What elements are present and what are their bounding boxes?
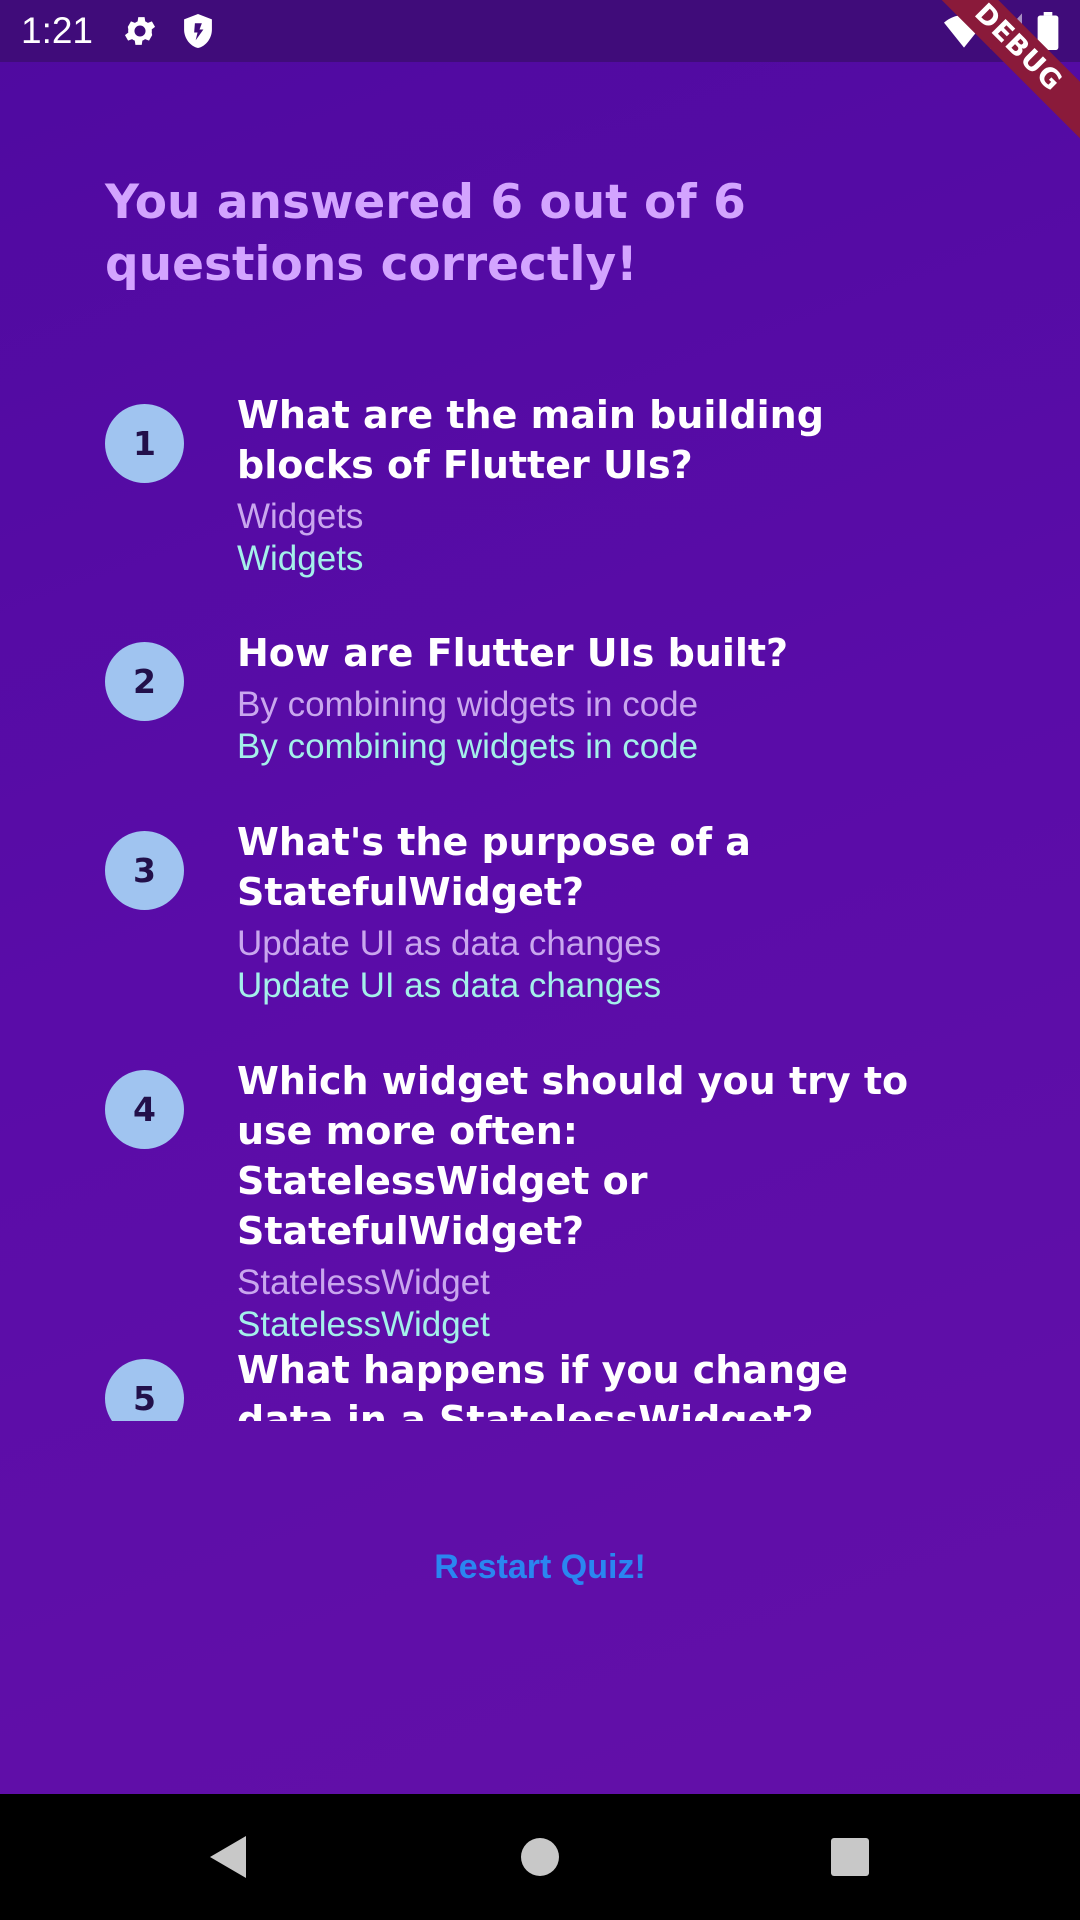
summary-item-body: What happens if you change data in a Sta… xyxy=(237,1345,937,1421)
question-index-badge: 2 xyxy=(105,642,184,721)
summary-item-body: What's the purpose of a StatefulWidget? … xyxy=(237,817,937,1007)
result-title: You answered 6 out of 6 questions correc… xyxy=(105,175,746,292)
correct-answer: StatelessWidget xyxy=(237,1305,490,1344)
question-text: What are the main building blocks of Flu… xyxy=(237,393,824,487)
summary-item-body: Which widget should you try to use more … xyxy=(237,1056,937,1346)
user-answer: By combining widgets in code xyxy=(237,685,699,724)
correct-answer: Widgets xyxy=(237,539,364,578)
status-bar: 1:21 xyxy=(0,0,1080,62)
home-icon[interactable] xyxy=(505,1822,575,1892)
summary-item-body: What are the main building blocks of Flu… xyxy=(237,390,937,580)
question-text: How are Flutter UIs built? xyxy=(237,631,789,675)
back-icon[interactable] xyxy=(200,1822,270,1892)
question-text: What's the purpose of a StatefulWidget? xyxy=(237,820,751,914)
question-text: Which widget should you try to use more … xyxy=(237,1059,909,1253)
user-answer: StatelessWidget xyxy=(237,1263,490,1302)
restart-quiz-button[interactable]: Restart Quiz! xyxy=(390,1538,690,1594)
question-index-badge: 4 xyxy=(105,1070,184,1149)
question-index-badge: 5 xyxy=(105,1359,184,1421)
recents-icon[interactable] xyxy=(815,1822,885,1892)
summary-list[interactable]: 1 What are the main building blocks of F… xyxy=(0,380,1080,1421)
user-answer: Update UI as data changes xyxy=(237,924,662,963)
question-text: What happens if you change data in a Sta… xyxy=(237,1348,848,1421)
user-answer: Widgets xyxy=(237,497,364,536)
question-index-badge: 1 xyxy=(105,404,184,483)
correct-answer: Update UI as data changes xyxy=(237,966,662,1005)
correct-answer: By combining widgets in code xyxy=(237,727,699,766)
system-navigation-bar xyxy=(0,1794,1080,1920)
status-time: 1:21 xyxy=(21,10,94,51)
shield-icon xyxy=(181,12,215,54)
summary-item-body: How are Flutter UIs built? By combining … xyxy=(237,628,937,768)
settings-gear-icon xyxy=(121,12,159,54)
question-index-badge: 3 xyxy=(105,831,184,910)
quiz-results-screen: 1:21 DEBUG You answered 6 out of 6 quest… xyxy=(0,0,1080,1920)
